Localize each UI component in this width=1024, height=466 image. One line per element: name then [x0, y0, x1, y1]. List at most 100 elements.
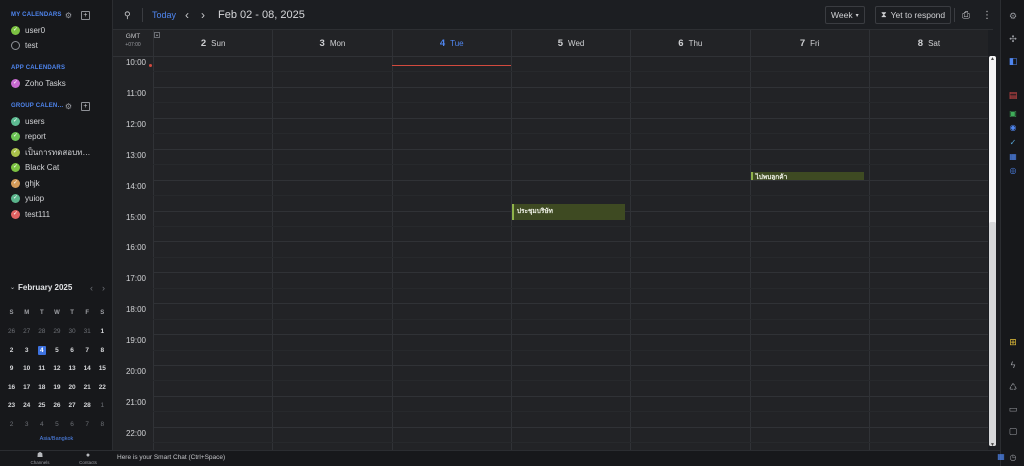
mini-calendar-day[interactable]: 26	[4, 328, 19, 335]
mini-calendar-day[interactable]: 28	[34, 328, 49, 335]
channels-button[interactable]: ☗ Channels	[20, 452, 60, 465]
mini-calendar-day[interactable]: 18	[34, 384, 49, 391]
calendar-item-test[interactable]: test	[11, 38, 38, 52]
check-icon[interactable]: ✓	[11, 178, 20, 188]
mini-calendar-day[interactable]: 25	[34, 402, 49, 409]
mini-calendar-day[interactable]: 17	[19, 384, 34, 391]
next-week-icon[interactable]: ›	[201, 0, 205, 30]
day-header[interactable]: 5 Wed	[510, 30, 630, 56]
archive-icon[interactable]: ▭	[1001, 403, 1024, 415]
mini-calendar-day[interactable]: 11	[34, 365, 49, 372]
mini-calendar-day[interactable]: 13	[65, 365, 80, 372]
unchecked-circle-icon[interactable]	[11, 40, 20, 50]
mini-calendar-day[interactable]: 23	[4, 402, 19, 409]
scroll-down-icon[interactable]: ▼	[988, 442, 997, 448]
notes-app-icon[interactable]: ▣	[1001, 108, 1024, 120]
zoho-app-icon[interactable]: ◧	[1001, 55, 1024, 67]
chat-toggle-icon[interactable]: ▦	[995, 452, 1007, 464]
add-widget-icon[interactable]: ⊞	[1001, 336, 1024, 348]
calendar-item[interactable]: ✓ ghjk	[11, 176, 40, 190]
mini-calendar-day[interactable]: 6	[65, 347, 80, 354]
notifications-icon[interactable]: ♺	[1001, 381, 1024, 393]
mini-calendar-day[interactable]: 1	[95, 402, 110, 409]
prev-week-icon[interactable]: ‹	[185, 0, 189, 30]
day-header[interactable]: 7 Fri	[749, 30, 869, 56]
calendar-app-icon[interactable]: ▤	[1001, 89, 1024, 101]
mini-calendar-day[interactable]: 24	[19, 402, 34, 409]
mini-calendar-day[interactable]: 27	[19, 328, 34, 335]
mini-calendar-day[interactable]: 7	[80, 421, 95, 428]
mini-calendar-day[interactable]: 12	[49, 365, 64, 372]
chat-app-icon[interactable]: ◎	[1001, 165, 1024, 177]
mini-calendar-day[interactable]: 2	[4, 347, 19, 354]
mini-calendar-day[interactable]: 3	[19, 421, 34, 428]
smart-chat-input[interactable]: Here is your Smart Chat (Ctrl+Space)	[117, 454, 225, 461]
mini-calendar-day[interactable]: 8	[95, 347, 110, 354]
calendar-event[interactable]: ประชุมบริษัท	[511, 204, 626, 220]
check-icon[interactable]: ✓	[11, 116, 20, 126]
check-icon[interactable]: ✓	[11, 209, 20, 219]
settings-icon[interactable]: ⚙	[1001, 10, 1024, 22]
add-calendar-icon[interactable]: +	[81, 10, 90, 20]
gear-icon[interactable]: ⚙	[64, 11, 73, 20]
timezone-link[interactable]: Asia/Bangkok	[0, 436, 113, 442]
day-header[interactable]: 8 Sat	[868, 30, 988, 56]
grid-scrollbar[interactable]: ▲ ▼	[988, 56, 997, 450]
mini-calendar-day[interactable]: 10	[19, 365, 34, 372]
mini-calendar-day[interactable]: 7	[80, 347, 95, 354]
mini-calendar-day[interactable]: 6	[65, 421, 80, 428]
mini-calendar-day[interactable]: 22	[95, 384, 110, 391]
lightning-icon[interactable]: ϟ	[1001, 359, 1024, 371]
calendar-item[interactable]: ✓ users	[11, 114, 45, 128]
chevron-down-icon[interactable]: ⌄	[10, 284, 15, 291]
feedback-icon[interactable]: ▢	[1001, 425, 1024, 437]
pin-icon[interactable]: ⚲	[124, 0, 131, 30]
mini-calendar-day[interactable]: 30	[65, 328, 80, 335]
mini-calendar-day[interactable]: 5	[49, 421, 64, 428]
calendar-event[interactable]: ไปพบลูกค้า	[750, 171, 864, 180]
calendar-item[interactable]: ✓ เป็นการทดสอบท…	[11, 145, 90, 159]
tasks-app-icon[interactable]: ✓	[1001, 137, 1024, 149]
mini-calendar-day[interactable]: 27	[65, 402, 80, 409]
calendar-item[interactable]: ✓ report	[11, 130, 46, 144]
extensions-icon[interactable]: ✣	[1001, 33, 1024, 45]
day-header[interactable]: 2 Sun	[153, 30, 272, 56]
yet-to-respond-button[interactable]: ⧗ Yet to respond	[875, 6, 952, 24]
mini-calendar-day[interactable]: 31	[80, 328, 95, 335]
mini-calendar-day[interactable]: 16	[4, 384, 19, 391]
check-icon[interactable]: ✓	[11, 132, 20, 141]
check-icon[interactable]: ✓	[11, 78, 20, 88]
calendar-item-zoho-tasks[interactable]: ✓ Zoho Tasks	[11, 76, 66, 90]
today-button[interactable]: Today	[152, 0, 176, 30]
day-header[interactable]: 3 Mon	[272, 30, 391, 56]
day-header[interactable]: 4 Tue	[391, 30, 511, 56]
calendar-item[interactable]: ✓ yuiop	[11, 192, 44, 206]
mini-prev-icon[interactable]: ‹	[90, 283, 93, 293]
docs-app-icon[interactable]: ▦	[1001, 151, 1024, 163]
mini-calendar-day[interactable]: 19	[49, 384, 64, 391]
day-header[interactable]: 6 Thu	[630, 30, 749, 56]
check-icon[interactable]: ✓	[11, 163, 20, 172]
smart-chat-bar[interactable]: Here is your Smart Chat (Ctrl+Space) ▦	[113, 450, 1005, 466]
mini-calendar-title[interactable]: ⌄ February 2025	[10, 283, 72, 292]
mini-calendar-day[interactable]: 8	[95, 421, 110, 428]
mini-next-icon[interactable]: ›	[102, 283, 105, 293]
mail-app-icon[interactable]: ◉	[1001, 122, 1024, 134]
view-select[interactable]: Week ▾	[825, 6, 865, 24]
mini-calendar-day[interactable]: 28	[80, 402, 95, 409]
mini-calendar-day[interactable]: 26	[49, 402, 64, 409]
mini-calendar-day[interactable]: 5	[49, 347, 64, 354]
mini-calendar-day[interactable]: 9	[4, 365, 19, 372]
more-options-icon[interactable]: ⋮	[982, 0, 992, 30]
calendar-item-user0[interactable]: ✓ user0	[11, 23, 45, 37]
calendar-item[interactable]: ✓ Black Cat	[11, 161, 59, 175]
add-group-calendar-icon[interactable]: +	[81, 101, 90, 111]
mini-calendar-day[interactable]: 1	[95, 328, 110, 335]
mini-calendar-day[interactable]: 21	[80, 384, 95, 391]
mini-calendar-day[interactable]: 14	[80, 365, 95, 372]
mini-calendar-day[interactable]: 20	[65, 384, 80, 391]
mini-calendar-day[interactable]: 2	[4, 421, 19, 428]
contacts-button[interactable]: ● Contacts	[68, 452, 108, 465]
mini-calendar-day[interactable]: 3	[19, 347, 34, 354]
mini-calendar-day[interactable]: 4	[34, 421, 49, 428]
